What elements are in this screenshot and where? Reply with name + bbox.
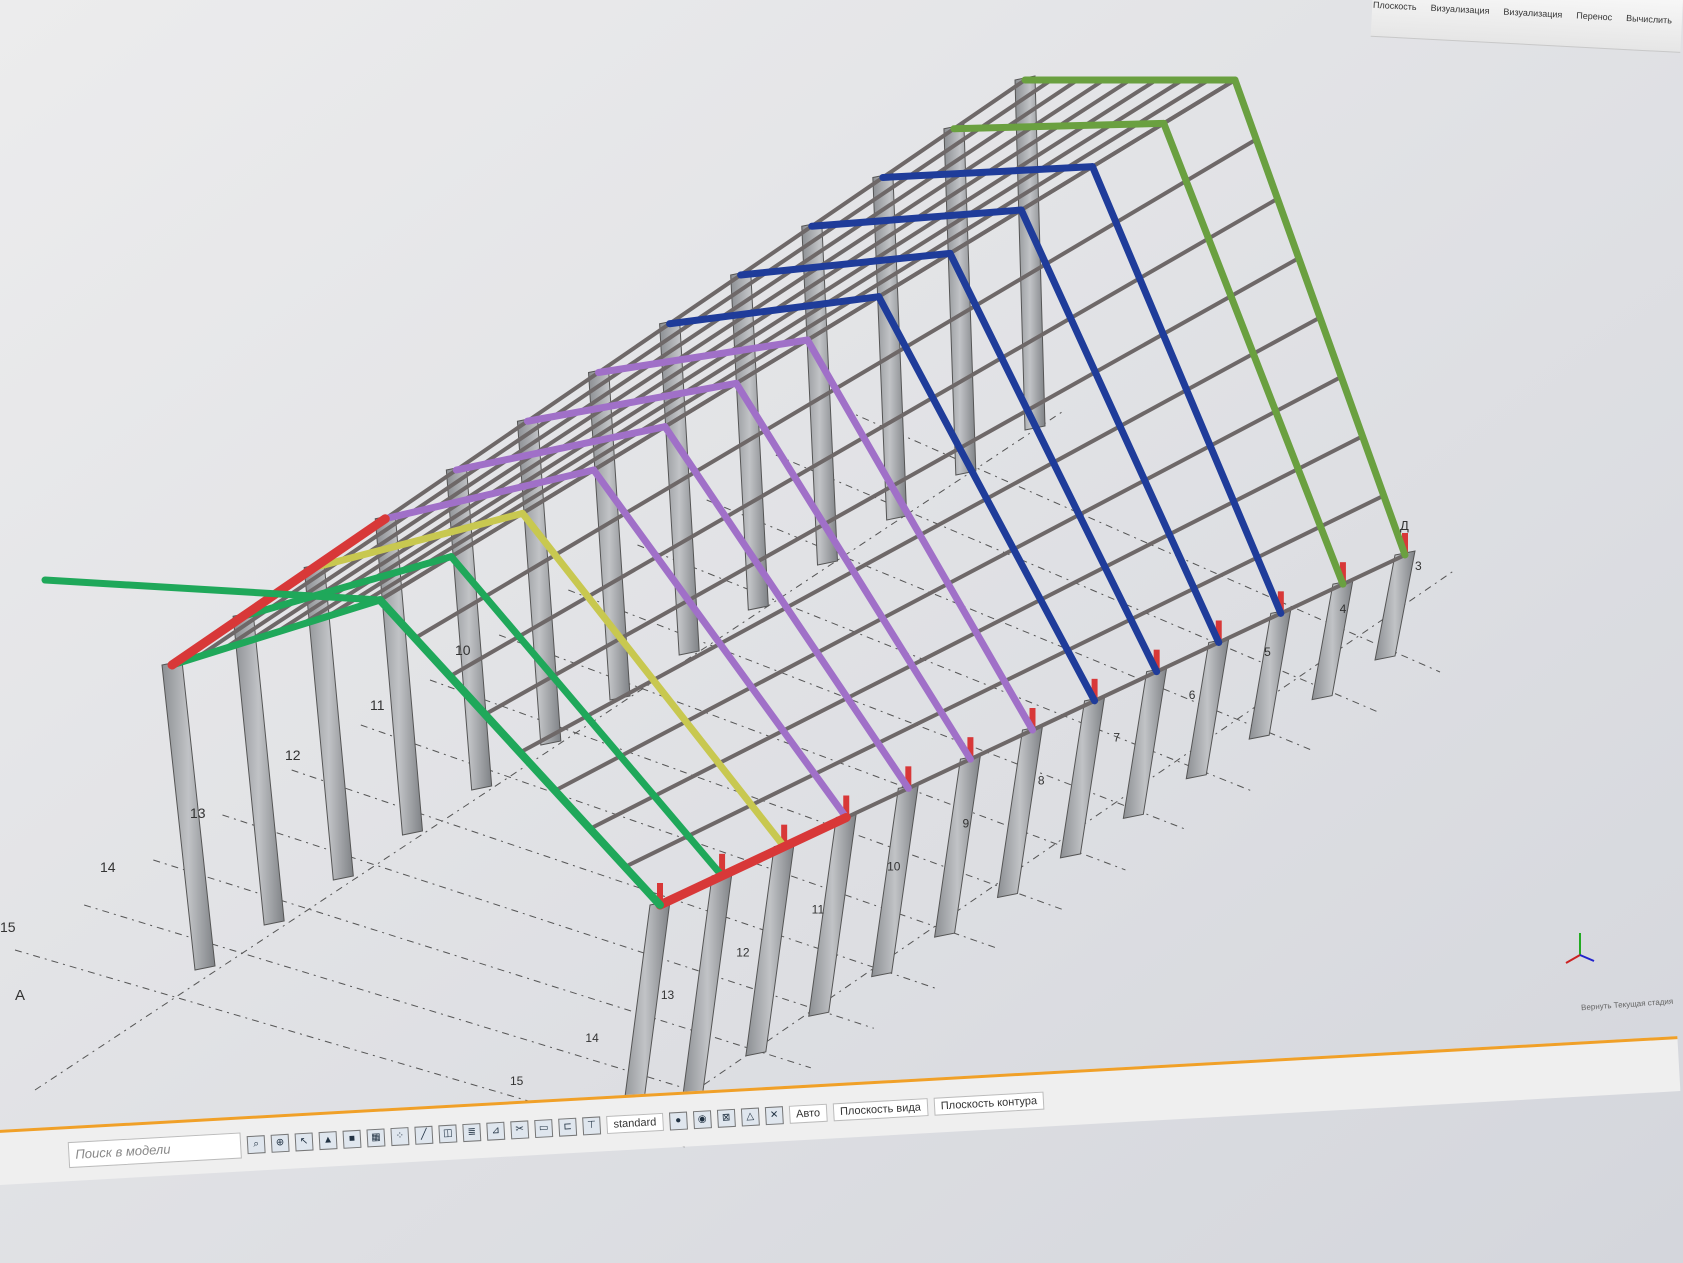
grid-label: 5 — [1264, 645, 1271, 659]
triangle-snap-icon[interactable]: △ — [740, 1107, 760, 1127]
view-style-dropdown[interactable]: standard — [606, 1112, 664, 1135]
fill-icon[interactable]: ■ — [342, 1129, 362, 1149]
grid-label: 8 — [1038, 774, 1045, 788]
grid-label: 3 — [1415, 559, 1422, 573]
rect-icon[interactable]: ▭ — [534, 1119, 554, 1139]
grid-label: 15 — [0, 919, 16, 935]
grid-label: 13 — [190, 805, 206, 821]
ribbon-item[interactable]: Визуализация — [1429, 3, 1489, 42]
grid-label: 4 — [1340, 602, 1347, 616]
grid-label: Д — [1400, 518, 1409, 533]
grid-label: 7 — [1113, 731, 1120, 745]
ribbon-item[interactable]: Плоскость — [1371, 0, 1417, 38]
ribbon-item[interactable]: Перенос — [1575, 10, 1612, 48]
plane-view-dropdown[interactable]: Плоскость вида — [832, 1098, 929, 1122]
select-icon[interactable]: ↖ — [294, 1132, 314, 1152]
pin-icon[interactable]: ⊤ — [582, 1116, 602, 1136]
align-icon[interactable]: ⊏ — [558, 1117, 578, 1137]
circle-icon[interactable]: ● — [668, 1111, 688, 1131]
box-icon[interactable]: ◫ — [438, 1124, 458, 1144]
measure-icon[interactable]: ⊿ — [486, 1121, 506, 1141]
square-snap-icon[interactable]: ⊠ — [716, 1108, 736, 1128]
search-icon[interactable]: ⌕ — [246, 1135, 266, 1155]
grid-label: 13 — [661, 988, 675, 1002]
cut-icon[interactable]: ✂ — [510, 1120, 530, 1140]
cross-icon[interactable]: ✕ — [764, 1106, 784, 1126]
grid-label: 11 — [812, 902, 825, 916]
triangle-icon[interactable]: ▲ — [318, 1131, 338, 1151]
grid-icon[interactable]: ▦ — [366, 1128, 386, 1148]
eye-icon[interactable]: ◉ — [692, 1110, 712, 1130]
mode-dropdown[interactable]: Авто — [788, 1103, 828, 1124]
search-input[interactable]: Поиск в модели — [67, 1132, 242, 1169]
screen: А Д 10 11 12 13 14 15 3 4 5 6 7 8 9 10 11 12 13 14 15 Плоско… — [0, 0, 1683, 1263]
grid-label: 6 — [1189, 688, 1196, 702]
grid-label: 9 — [963, 817, 970, 831]
plane-contour-dropdown[interactable]: Плоскость контура — [933, 1091, 1045, 1116]
list-icon[interactable]: ≣ — [462, 1123, 482, 1143]
grid-label: 11 — [370, 697, 385, 713]
grid-label: 14 — [585, 1031, 599, 1045]
grid-label: 10 — [887, 859, 901, 873]
ribbon-item[interactable]: Вычислить — [1625, 13, 1672, 51]
snap-icon[interactable]: ⁘ — [390, 1127, 410, 1147]
ribbon-item[interactable]: Визуализация — [1502, 7, 1562, 46]
grid-label: 10 — [455, 642, 471, 658]
line-icon[interactable]: ╱ — [414, 1125, 434, 1145]
zoom-icon[interactable]: ⊕ — [270, 1133, 290, 1153]
grid-label: 15 — [510, 1074, 524, 1088]
grid-label: 12 — [285, 747, 301, 763]
grid-label: 12 — [736, 945, 750, 959]
grid-label: 14 — [100, 859, 116, 875]
grid-label: А — [15, 987, 25, 1004]
